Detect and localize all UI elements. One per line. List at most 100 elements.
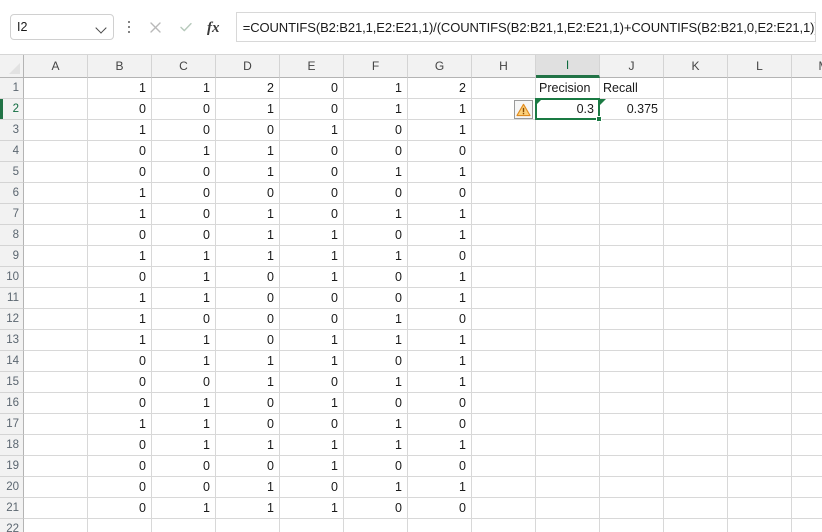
cell-b2[interactable]: 0 bbox=[88, 99, 152, 120]
row-header-1[interactable]: 1 bbox=[0, 78, 24, 99]
cell-g17[interactable]: 0 bbox=[408, 414, 472, 435]
cell-l6[interactable] bbox=[728, 183, 792, 204]
cell-l1[interactable] bbox=[728, 78, 792, 99]
cell-l8[interactable] bbox=[728, 225, 792, 246]
cell-h22[interactable] bbox=[472, 519, 536, 532]
cell-d13[interactable]: 0 bbox=[216, 330, 280, 351]
cell-c1[interactable]: 1 bbox=[152, 78, 216, 99]
cancel-button[interactable] bbox=[142, 13, 170, 41]
cell-e19[interactable]: 1 bbox=[280, 456, 344, 477]
cell-m13[interactable] bbox=[792, 330, 822, 351]
cell-k13[interactable] bbox=[664, 330, 728, 351]
cell-i6[interactable] bbox=[536, 183, 600, 204]
cell-a14[interactable] bbox=[24, 351, 88, 372]
cell-j9[interactable] bbox=[600, 246, 664, 267]
cell-g18[interactable]: 1 bbox=[408, 435, 472, 456]
cell-m4[interactable] bbox=[792, 141, 822, 162]
cell-d22[interactable] bbox=[216, 519, 280, 532]
cell-b11[interactable]: 1 bbox=[88, 288, 152, 309]
cell-l5[interactable] bbox=[728, 162, 792, 183]
cell-g12[interactable]: 0 bbox=[408, 309, 472, 330]
column-header-f[interactable]: F bbox=[344, 55, 408, 78]
cell-f19[interactable]: 0 bbox=[344, 456, 408, 477]
cell-a7[interactable] bbox=[24, 204, 88, 225]
cell-g13[interactable]: 1 bbox=[408, 330, 472, 351]
cell-i7[interactable] bbox=[536, 204, 600, 225]
cell-i14[interactable] bbox=[536, 351, 600, 372]
cell-g9[interactable]: 0 bbox=[408, 246, 472, 267]
cell-c11[interactable]: 1 bbox=[152, 288, 216, 309]
cell-k15[interactable] bbox=[664, 372, 728, 393]
column-header-h[interactable]: H bbox=[472, 55, 536, 78]
cell-c15[interactable]: 0 bbox=[152, 372, 216, 393]
cell-e12[interactable]: 0 bbox=[280, 309, 344, 330]
cell-a4[interactable] bbox=[24, 141, 88, 162]
column-header-i[interactable]: I bbox=[536, 55, 600, 78]
column-header-c[interactable]: C bbox=[152, 55, 216, 78]
cell-c2[interactable]: 0 bbox=[152, 99, 216, 120]
cell-b8[interactable]: 0 bbox=[88, 225, 152, 246]
cell-h12[interactable] bbox=[472, 309, 536, 330]
cell-a22[interactable] bbox=[24, 519, 88, 532]
cell-f1[interactable]: 1 bbox=[344, 78, 408, 99]
cell-c7[interactable]: 0 bbox=[152, 204, 216, 225]
cell-f6[interactable]: 0 bbox=[344, 183, 408, 204]
cell-i19[interactable] bbox=[536, 456, 600, 477]
cell-h20[interactable] bbox=[472, 477, 536, 498]
cell-g4[interactable]: 0 bbox=[408, 141, 472, 162]
cell-j2[interactable]: 0.375 bbox=[600, 99, 664, 120]
cell-j12[interactable] bbox=[600, 309, 664, 330]
row-header-21[interactable]: 21 bbox=[0, 498, 24, 519]
cell-a5[interactable] bbox=[24, 162, 88, 183]
row-header-15[interactable]: 15 bbox=[0, 372, 24, 393]
insert-function-button[interactable]: fx bbox=[202, 13, 230, 41]
cell-h17[interactable] bbox=[472, 414, 536, 435]
cell-f22[interactable] bbox=[344, 519, 408, 532]
cell-k16[interactable] bbox=[664, 393, 728, 414]
cell-m2[interactable] bbox=[792, 99, 822, 120]
cell-d17[interactable]: 0 bbox=[216, 414, 280, 435]
cell-a6[interactable] bbox=[24, 183, 88, 204]
row-header-3[interactable]: 3 bbox=[0, 120, 24, 141]
cell-a1[interactable] bbox=[24, 78, 88, 99]
cell-c8[interactable]: 0 bbox=[152, 225, 216, 246]
cell-b1[interactable]: 1 bbox=[88, 78, 152, 99]
cell-b18[interactable]: 0 bbox=[88, 435, 152, 456]
cell-k20[interactable] bbox=[664, 477, 728, 498]
cell-j3[interactable] bbox=[600, 120, 664, 141]
cell-i8[interactable] bbox=[536, 225, 600, 246]
cell-i18[interactable] bbox=[536, 435, 600, 456]
cell-c4[interactable]: 1 bbox=[152, 141, 216, 162]
cell-d8[interactable]: 1 bbox=[216, 225, 280, 246]
cell-b3[interactable]: 1 bbox=[88, 120, 152, 141]
cell-i1[interactable]: Precision bbox=[536, 78, 600, 99]
row-header-13[interactable]: 13 bbox=[0, 330, 24, 351]
cell-g5[interactable]: 1 bbox=[408, 162, 472, 183]
cell-e18[interactable]: 1 bbox=[280, 435, 344, 456]
cell-j16[interactable] bbox=[600, 393, 664, 414]
cell-f13[interactable]: 1 bbox=[344, 330, 408, 351]
cell-c20[interactable]: 0 bbox=[152, 477, 216, 498]
cell-m20[interactable] bbox=[792, 477, 822, 498]
cell-k12[interactable] bbox=[664, 309, 728, 330]
cell-k11[interactable] bbox=[664, 288, 728, 309]
cell-f7[interactable]: 1 bbox=[344, 204, 408, 225]
cell-g1[interactable]: 2 bbox=[408, 78, 472, 99]
cell-d18[interactable]: 1 bbox=[216, 435, 280, 456]
cell-g8[interactable]: 1 bbox=[408, 225, 472, 246]
cell-j4[interactable] bbox=[600, 141, 664, 162]
cell-l12[interactable] bbox=[728, 309, 792, 330]
cell-e5[interactable]: 0 bbox=[280, 162, 344, 183]
cell-c13[interactable]: 1 bbox=[152, 330, 216, 351]
cell-g16[interactable]: 0 bbox=[408, 393, 472, 414]
cell-h16[interactable] bbox=[472, 393, 536, 414]
enter-button[interactable] bbox=[172, 13, 200, 41]
cell-e20[interactable]: 0 bbox=[280, 477, 344, 498]
cell-e10[interactable]: 1 bbox=[280, 267, 344, 288]
row-header-9[interactable]: 9 bbox=[0, 246, 24, 267]
cell-m17[interactable] bbox=[792, 414, 822, 435]
cell-e17[interactable]: 0 bbox=[280, 414, 344, 435]
cell-b16[interactable]: 0 bbox=[88, 393, 152, 414]
cell-b7[interactable]: 1 bbox=[88, 204, 152, 225]
cell-k22[interactable] bbox=[664, 519, 728, 532]
